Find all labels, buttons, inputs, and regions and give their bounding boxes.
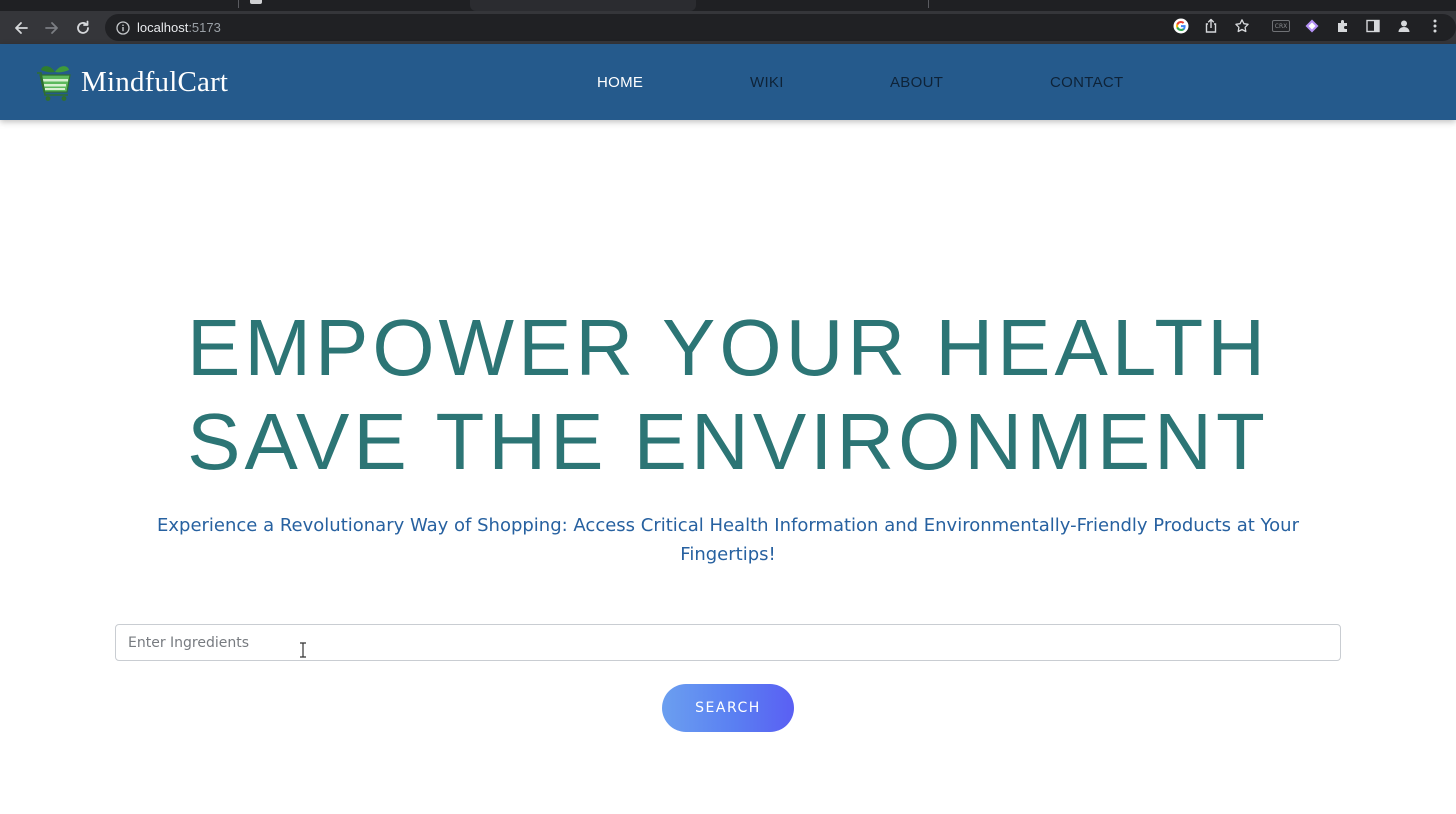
nav-home[interactable]: HOME: [597, 74, 643, 91]
tab-favicon: [250, 0, 262, 4]
text-cursor-icon: [298, 641, 308, 659]
brand-name: MindfulCart: [81, 65, 229, 98]
puzzle-icon[interactable]: [1334, 17, 1352, 35]
hero-headline-line-2: SAVE THE ENVIRONMENT: [187, 397, 1269, 486]
crx-icon[interactable]: CRX: [1272, 20, 1290, 32]
browser-tab-active[interactable]: [470, 0, 696, 11]
share-icon[interactable]: [1202, 17, 1220, 35]
tab-separator: [238, 0, 239, 8]
star-icon[interactable]: [1233, 17, 1251, 35]
menu-icon[interactable]: [1426, 17, 1444, 35]
url-port: :5173: [188, 20, 221, 35]
nav-about[interactable]: ABOUT: [890, 74, 943, 91]
hero-headline-line-1: EMPOWER YOUR HEALTH: [186, 303, 1270, 392]
browser-tab-strip: [0, 0, 1456, 11]
tab-separator: [928, 0, 929, 8]
profile-icon[interactable]: [1395, 17, 1413, 35]
info-icon[interactable]: [115, 20, 130, 35]
google-icon[interactable]: [1172, 17, 1190, 35]
search-button[interactable]: SEARCH: [662, 684, 794, 732]
forward-icon[interactable]: [42, 18, 62, 38]
nav-contact[interactable]: CONTACT: [1050, 74, 1123, 91]
sidepanel-icon[interactable]: [1364, 17, 1382, 35]
brand-logo[interactable]: MindfulCart: [36, 62, 228, 102]
url-text: localhost:5173: [137, 20, 221, 35]
address-bar[interactable]: localhost:5173: [105, 14, 1456, 41]
hero-subtitle: Experience a Revolutionary Way of Shoppi…: [157, 515, 1299, 565]
back-icon[interactable]: [11, 18, 31, 38]
reload-icon[interactable]: [73, 18, 93, 38]
browser-toolbar: localhost:5173 CRX: [0, 11, 1456, 44]
nav-wiki[interactable]: WIKI: [750, 74, 784, 91]
shopping-cart-leaf-icon: [36, 62, 74, 102]
crx-label: CRX: [1274, 22, 1288, 30]
site-header: MindfulCart HOME WIKI ABOUT CONTACT: [0, 44, 1456, 120]
extension-diamond-icon[interactable]: [1303, 17, 1321, 35]
url-host: localhost: [137, 20, 189, 35]
